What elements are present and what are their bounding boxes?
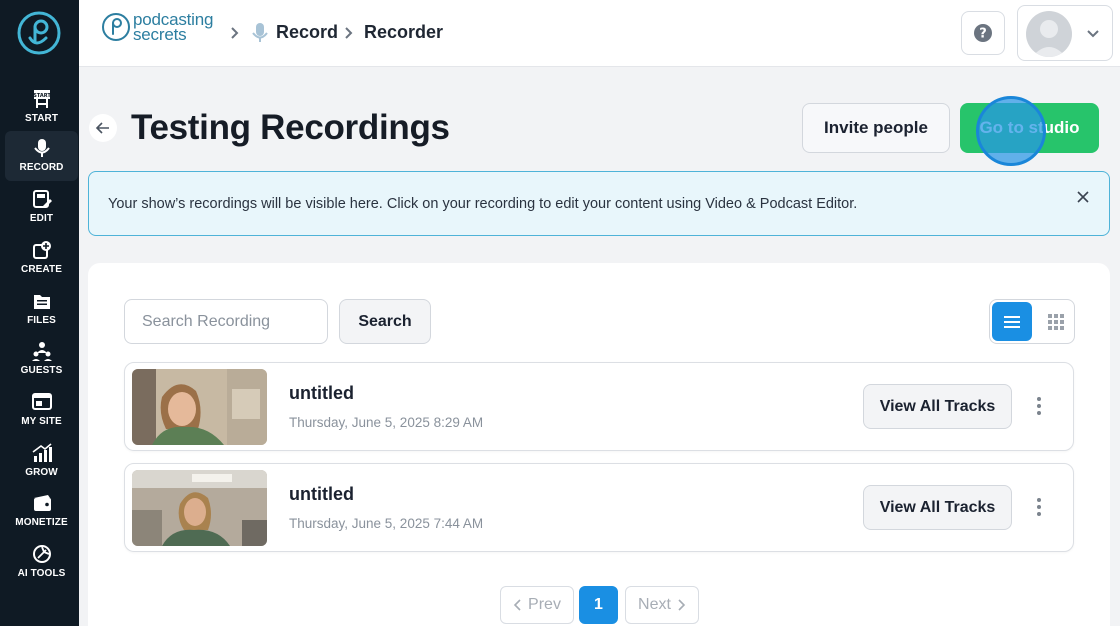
view-toggle — [989, 299, 1075, 344]
sidebar-item-label: MY SITE — [21, 416, 62, 427]
microphone-icon — [33, 139, 50, 157]
go-to-studio-button[interactable]: Go to studio — [960, 103, 1099, 153]
search-button[interactable]: Search — [339, 299, 431, 344]
invite-people-button[interactable]: Invite people — [802, 103, 950, 153]
recording-thumbnail-image — [132, 369, 267, 445]
sidebar-item-label: GROW — [25, 467, 58, 478]
chevron-left-icon — [513, 599, 521, 611]
grid-icon — [1048, 313, 1064, 330]
ai-tools-icon — [32, 545, 51, 563]
more-options-icon[interactable] — [1031, 494, 1047, 520]
recording-thumbnail[interactable] — [132, 369, 267, 445]
sidebar-item-label: CREATE — [21, 264, 62, 275]
recording-title[interactable]: untitled — [289, 484, 354, 505]
user-silhouette-icon — [1032, 20, 1066, 57]
banner-text: Your show’s recordings will be visible h… — [108, 196, 858, 212]
back-button[interactable] — [89, 114, 117, 142]
microphone-icon — [252, 23, 268, 42]
chevron-right-icon — [345, 27, 353, 39]
chevron-right-icon — [678, 599, 686, 611]
app-logo-icon[interactable] — [16, 10, 62, 56]
top-header: podcasting secrets Record Recorder ? — [79, 0, 1120, 67]
sidebar-item-label: MONETIZE — [15, 517, 68, 528]
sidebar-item-grow[interactable]: GROW — [5, 436, 78, 486]
recording-date: Thursday, June 5, 2025 7:44 AM — [289, 516, 484, 531]
chevron-down-icon — [1087, 30, 1099, 38]
sidebar-item-my-site[interactable]: MY SITE — [5, 385, 78, 435]
sidebar-item-start[interactable]: START START — [5, 82, 78, 132]
info-banner: Your show’s recordings will be visible h… — [88, 171, 1110, 236]
files-icon — [33, 295, 50, 309]
guests-icon — [31, 342, 52, 361]
my-site-icon — [31, 393, 52, 410]
recording-thumbnail[interactable] — [132, 470, 267, 546]
sidebar-item-ai-tools[interactable]: AI TOOLS — [5, 537, 78, 587]
start-sign-icon: START — [33, 90, 51, 108]
sidebar-item-label: RECORD — [19, 162, 64, 173]
recording-row[interactable]: untitled Thursday, June 5, 2025 8:29 AM … — [124, 362, 1074, 451]
brand-mark-icon — [102, 13, 130, 41]
breadcrumb-recorder: Recorder — [364, 22, 444, 42]
list-view-button[interactable] — [992, 302, 1032, 341]
breadcrumb-record[interactable]: Record — [276, 22, 338, 43]
recording-row[interactable]: untitled Thursday, June 5, 2025 7:44 AM … — [124, 463, 1074, 552]
sidebar-item-record[interactable]: RECORD — [5, 131, 78, 181]
avatar — [1026, 11, 1072, 57]
page-title: Testing Recordings — [131, 108, 450, 147]
brand-logo[interactable]: podcasting secrets — [101, 11, 213, 44]
svg-text:START: START — [33, 93, 51, 99]
pagination-next-label: Next — [638, 596, 671, 613]
question-circle-icon: ? — [974, 24, 992, 42]
sidebar-item-label: GUESTS — [20, 365, 63, 376]
edit-film-icon — [32, 190, 52, 208]
chevron-right-icon — [231, 27, 239, 39]
pagination-prev-label: Prev — [528, 596, 561, 613]
grid-view-button[interactable] — [1038, 302, 1074, 341]
create-icon — [32, 241, 51, 259]
view-all-tracks-button[interactable]: View All Tracks — [863, 384, 1012, 429]
sidebar-item-monetize[interactable]: MONETIZE — [5, 486, 78, 536]
view-all-tracks-button[interactable]: View All Tracks — [863, 485, 1012, 530]
recordings-panel: Search untitled Thursda — [88, 263, 1110, 626]
recording-date: Thursday, June 5, 2025 8:29 AM — [289, 415, 484, 430]
sidebar-item-label: FILES — [27, 315, 56, 326]
pagination-prev-button[interactable]: Prev — [500, 586, 574, 624]
help-button[interactable]: ? — [961, 11, 1005, 55]
brand-line-2: secrets — [133, 25, 187, 44]
pagination-next-button[interactable]: Next — [625, 586, 699, 624]
arrow-left-icon — [95, 122, 109, 134]
sidebar-item-label: AI TOOLS — [17, 568, 66, 579]
recording-thumbnail-image — [132, 470, 267, 546]
sidebar: START START RECORD EDIT CREATE FILES GUE… — [0, 0, 79, 626]
monetize-icon — [33, 495, 51, 511]
sidebar-item-guests[interactable]: GUESTS — [5, 334, 78, 384]
sidebar-item-edit[interactable]: EDIT — [5, 182, 78, 232]
sidebar-item-label: EDIT — [29, 213, 54, 224]
grow-chart-icon — [32, 443, 52, 462]
sidebar-item-create[interactable]: CREATE — [5, 233, 78, 283]
search-input[interactable] — [124, 299, 328, 344]
sidebar-item-files[interactable]: FILES — [5, 284, 78, 334]
sidebar-item-label: START — [24, 113, 59, 124]
recording-title[interactable]: untitled — [289, 383, 354, 404]
close-icon[interactable] — [1075, 189, 1091, 205]
brand-wordmark: podcasting secrets — [133, 11, 213, 44]
pagination-page-button[interactable]: 1 — [579, 586, 618, 624]
profile-menu-button[interactable] — [1017, 5, 1113, 61]
more-options-icon[interactable] — [1031, 393, 1047, 419]
list-icon — [1004, 315, 1020, 328]
svg-text:?: ? — [979, 27, 987, 42]
